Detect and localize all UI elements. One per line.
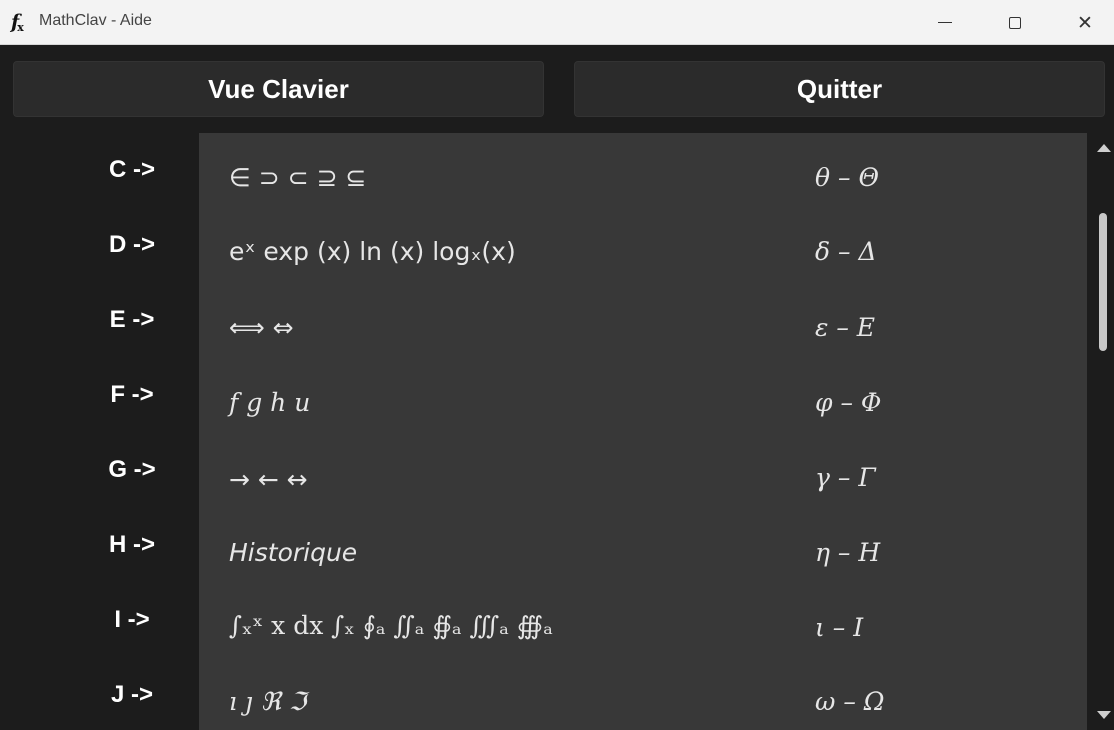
scroll-thumb[interactable] xyxy=(1099,213,1107,351)
symbols-row-c: ∈ ⊃ ⊂ ⊇ ⊆ xyxy=(229,163,367,192)
greek-row-j: ω – Ω xyxy=(815,687,885,716)
minimize-icon xyxy=(938,22,952,23)
fx-icon: fx xyxy=(11,11,24,34)
minimize-button[interactable] xyxy=(922,0,968,45)
symbols-row-f: f g h u xyxy=(229,388,311,417)
greek-row-c: θ – Θ xyxy=(815,163,879,192)
symbols-row-i: ∫ₓˣ x dx ∫ₓ ∮ₐ ∬ₐ ∯ₐ ∭ₐ ∰ₐ xyxy=(229,611,553,640)
vertical-scrollbar[interactable] xyxy=(1093,133,1114,730)
greek-row-d: δ – Δ xyxy=(815,237,877,266)
symbols-row-h: Historique xyxy=(229,538,358,567)
quit-button[interactable]: Quitter xyxy=(574,61,1105,117)
greek-row-h: η – H xyxy=(815,538,881,567)
help-panel: ∈ ⊃ ⊂ ⊇ ⊆ θ – Θ eˣ exp (x) ln (x) logₓ(x… xyxy=(199,133,1087,730)
scroll-down-arrow-icon[interactable] xyxy=(1097,711,1111,719)
symbols-row-g: → ← ↔ xyxy=(229,465,308,494)
window-title: MathClav - Aide xyxy=(39,12,152,29)
greek-row-g: γ – Γ xyxy=(815,463,876,492)
close-button[interactable]: ✕ xyxy=(1062,0,1108,45)
close-icon: ✕ xyxy=(1077,11,1093,34)
symbols-row-e: ⟺ ⇔ xyxy=(229,313,294,342)
greek-row-e: ε – E xyxy=(815,313,876,342)
symbols-row-j: ı ȷ ℜ ℑ xyxy=(229,687,307,716)
key-column: C -> D -> E -> F -> G -> H -> I -> J -> xyxy=(0,133,199,730)
greek-row-i: ι – I xyxy=(815,613,864,642)
scroll-up-arrow-icon[interactable] xyxy=(1097,144,1111,152)
maximize-icon xyxy=(1009,16,1021,29)
title-bar: fx MathClav - Aide ✕ xyxy=(0,0,1114,45)
greek-row-f: φ – Φ xyxy=(815,388,882,417)
view-keyboard-button[interactable]: Vue Clavier xyxy=(13,61,544,117)
symbols-row-d: eˣ exp (x) ln (x) logₓ(x) xyxy=(229,237,516,266)
maximize-button[interactable] xyxy=(992,0,1038,45)
